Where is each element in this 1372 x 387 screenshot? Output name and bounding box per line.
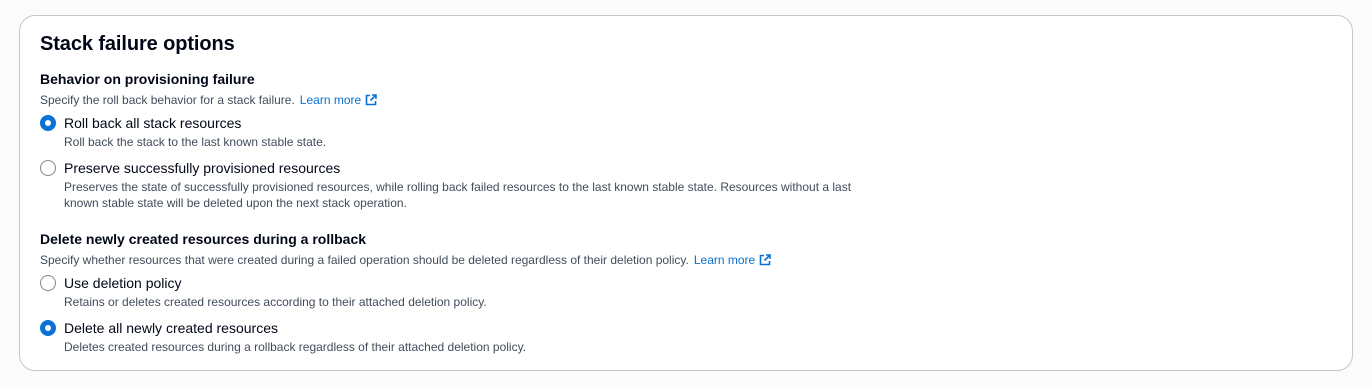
option-label-delete-all-new: Delete all newly created resources <box>64 320 278 336</box>
stack-failure-options-panel: Stack failure options Behavior on provis… <box>19 15 1353 371</box>
option-description-use-deletion-policy: Retains or deletes created resources acc… <box>64 295 487 309</box>
option-label-roll-back-all: Roll back all stack resources <box>64 115 242 131</box>
external-link-icon <box>759 254 772 266</box>
provisioning-failure-group: Behavior on provisioning failure Specify… <box>40 70 884 211</box>
rollback-deletion-description-text: Specify whether resources that were crea… <box>40 253 689 267</box>
radio-option-preserve-provisioned[interactable]: Preserve successfully provisioned resour… <box>40 159 884 211</box>
option-description-preserve-provisioned: Preserves the state of successfully prov… <box>64 180 852 210</box>
option-label-use-deletion-policy: Use deletion policy <box>64 275 182 291</box>
radio-button-checked[interactable] <box>40 115 56 131</box>
rollback-deletion-group: Delete newly created resources during a … <box>40 230 772 355</box>
radio-option-delete-all-new[interactable]: Delete all newly created resources Delet… <box>40 319 771 355</box>
learn-more-link-deletion[interactable]: Learn more <box>693 252 772 268</box>
section-title: Stack failure options <box>40 33 235 55</box>
option-description-delete-all-new: Deletes created resources during a rollb… <box>64 340 527 354</box>
option-description-roll-back-all: Roll back the stack to the last known st… <box>64 135 327 149</box>
provisioning-failure-label: Behavior on provisioning failure <box>40 71 255 87</box>
provisioning-failure-description: Specify the roll back behavior for a sta… <box>40 92 884 108</box>
learn-more-link-provisioning[interactable]: Learn more <box>300 92 377 108</box>
radio-button-unchecked[interactable] <box>40 160 56 176</box>
radio-option-use-deletion-policy[interactable]: Use deletion policy Retains or deletes c… <box>40 274 771 310</box>
rollback-deletion-description: Specify whether resources that were crea… <box>40 252 772 268</box>
option-label-preserve-provisioned: Preserve successfully provisioned resour… <box>64 160 341 176</box>
learn-more-label: Learn more <box>299 93 362 107</box>
radio-option-roll-back-all[interactable]: Roll back all stack resources Roll back … <box>40 114 884 150</box>
radio-button-unchecked[interactable] <box>40 275 56 291</box>
rollback-deletion-label: Delete newly created resources during a … <box>40 231 367 247</box>
learn-more-label: Learn more <box>693 253 756 267</box>
provisioning-failure-description-text: Specify the roll back behavior for a sta… <box>40 93 295 107</box>
radio-button-checked[interactable] <box>40 320 56 336</box>
external-link-icon <box>365 94 377 106</box>
